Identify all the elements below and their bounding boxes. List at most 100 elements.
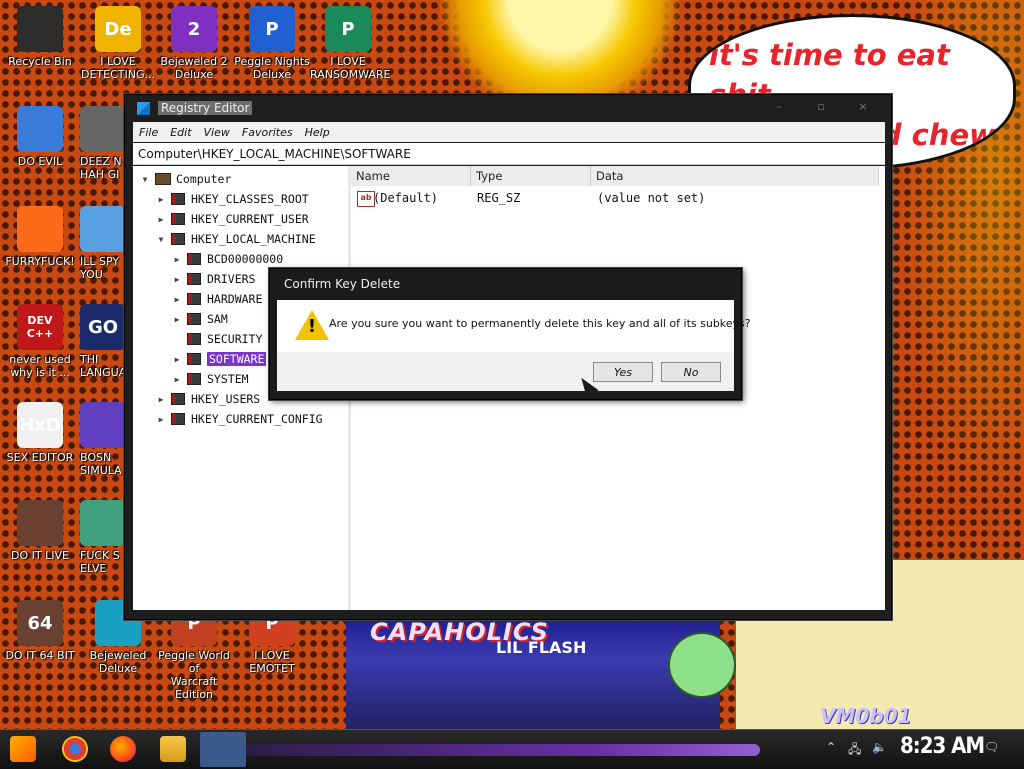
tree-node[interactable]: ▶ DRIVERS	[171, 270, 256, 288]
menu-help[interactable]: Help	[299, 126, 336, 139]
confirm-key-delete-dialog[interactable]: Confirm Key Delete ! Are you sure you wa…	[269, 268, 751, 400]
tree-node[interactable]: ▶ HKEY_CLASSES_ROOT	[155, 190, 309, 208]
desktop-icon[interactable]: HxD SEX EDITOR	[2, 402, 78, 464]
desktop-icon[interactable]: De I LOVE DETECTING...	[80, 6, 156, 81]
go-language-icon: GO	[80, 304, 124, 350]
tree-node[interactable]: SECURITY	[171, 330, 262, 348]
column-header-type[interactable]: Type	[471, 166, 591, 186]
publisher-icon: P	[325, 6, 371, 52]
desktop-icon[interactable]: 64 DO IT 64 BIT	[2, 600, 78, 662]
chevron-up-icon[interactable]: ⌃	[826, 740, 836, 754]
desktop-icon-label: FURRYFUCK!	[5, 255, 75, 268]
desktop-icon[interactable]: ILL SPY YOU	[80, 206, 124, 281]
peggle-nights-icon: P	[249, 6, 295, 52]
chevron-down-icon[interactable]: ▼	[155, 235, 167, 244]
chevron-right-icon[interactable]: ▶	[155, 195, 167, 204]
folder-icon	[171, 413, 185, 425]
no-button[interactable]: No	[661, 362, 721, 382]
taskbar-decoration	[220, 744, 760, 756]
desktop-icon-label: DO EVIL	[17, 155, 63, 168]
folder-icon	[171, 193, 185, 205]
file-icon	[80, 106, 124, 152]
tree-node[interactable]: ▼ Computer	[139, 170, 232, 188]
registry-editor-taskbar-button[interactable]	[200, 732, 246, 767]
firefox-icon[interactable]	[110, 736, 136, 762]
maximize-button[interactable]: ▫	[803, 99, 839, 115]
desktop-icon-label: BOSN SIMULA	[80, 451, 122, 477]
desktop-icon-label: Peggle Nights Deluxe	[234, 55, 310, 81]
firefox-icon	[17, 206, 63, 252]
tree-node[interactable]: ▶ SAM	[171, 310, 228, 328]
chevron-right-icon[interactable]: ▶	[171, 255, 183, 264]
desktop-icon-label: FUCK S ELVE	[80, 549, 120, 575]
tree-node[interactable]: ▶ SYSTEM	[171, 370, 249, 388]
notification-icon[interactable]: 🗨	[984, 740, 999, 754]
yes-button[interactable]: Yes	[593, 362, 653, 382]
desktop-icon[interactable]: DEEZ N HAH GI	[80, 106, 124, 181]
menu-edit[interactable]: Edit	[164, 126, 197, 139]
game-icon	[80, 500, 124, 546]
desktop-icon[interactable]: 2 Bejeweled 2 Deluxe	[156, 6, 232, 81]
start-icon[interactable]	[10, 736, 36, 762]
tree-node[interactable]: ▶ HARDWARE	[171, 290, 263, 308]
chevron-right-icon[interactable]: ▶	[171, 375, 183, 384]
tree-node[interactable]: ▼ HKEY_LOCAL_MACHINE	[155, 230, 316, 248]
desktop-icon[interactable]: FUCK S ELVE	[80, 500, 124, 575]
desktop-icon[interactable]: P Peggle Nights Deluxe	[234, 6, 310, 81]
close-button[interactable]: ×	[845, 99, 881, 115]
desktop-icon[interactable]: FURRYFUCK!	[2, 206, 78, 268]
menu-file[interactable]: File	[133, 126, 164, 139]
desktop-icon-label: THI LANGUA	[80, 353, 124, 379]
menu-favorites[interactable]: Favorites	[236, 126, 299, 139]
desktop-icon-label: never used why is it ...	[9, 353, 71, 379]
column-header-name[interactable]: Name	[351, 166, 471, 186]
bejeweled-2-icon: 2	[171, 6, 217, 52]
chevron-right-icon[interactable]: ▶	[155, 215, 167, 224]
tree-node[interactable]: ▶ SOFTWARE	[171, 350, 267, 368]
desktop-icon[interactable]: P I LOVE RANSOMWARE	[310, 6, 390, 81]
desktop-icon-label: ILL SPY YOU	[80, 255, 120, 281]
chrome-icon	[17, 106, 63, 152]
value-data: (value not set)	[597, 191, 706, 205]
desktop-icon[interactable]: GO THI LANGUA	[80, 304, 124, 379]
taskbar: ⌃ 🖧 🔈 8:23 AM 🗨	[0, 729, 1024, 769]
column-header-data[interactable]: Data	[591, 166, 879, 186]
desktop-icon[interactable]: Recycle Bin	[2, 6, 78, 68]
folder-icon	[187, 313, 201, 325]
purple-sphere-icon	[80, 402, 124, 448]
tree-node[interactable]: ▶ HKEY_CURRENT_CONFIG	[155, 410, 323, 428]
desktop-icon[interactable]: DEV C++ never used why is it ...	[2, 304, 78, 379]
minimize-button[interactable]: –	[761, 99, 797, 115]
desktop-icon-label: DO IT LIVE	[11, 549, 69, 562]
chevron-down-icon[interactable]: ▼	[139, 175, 151, 184]
tree-node[interactable]: ▶ HKEY_CURRENT_USER	[155, 210, 309, 228]
chevron-right-icon[interactable]: ▶	[155, 395, 167, 404]
address-bar[interactable]: Computer\HKEY_LOCAL_MACHINE\SOFTWARE	[133, 143, 885, 165]
file-explorer-icon[interactable]	[160, 736, 186, 762]
chevron-right-icon[interactable]: ▶	[171, 355, 183, 364]
tree-node[interactable]: ▶ HKEY_USERS	[155, 390, 261, 408]
dialog-message: Are you sure you want to permanently del…	[329, 317, 751, 330]
value-type: REG_SZ	[477, 191, 521, 205]
character-artwork	[668, 632, 736, 698]
chevron-right-icon[interactable]: ▶	[171, 295, 183, 304]
clock[interactable]: 8:23 AM	[900, 734, 985, 759]
chevron-right-icon[interactable]: ▶	[155, 415, 167, 424]
chevron-right-icon[interactable]: ▶	[171, 315, 183, 324]
chevron-right-icon[interactable]: ▶	[171, 275, 183, 284]
desktop-icon[interactable]: BOSN SIMULA	[80, 402, 124, 477]
dialog-footer: Yes No	[277, 352, 734, 391]
desktop-icon-label: Bejeweled 2 Deluxe	[160, 55, 228, 81]
window-title: Registry Editor	[158, 101, 253, 115]
desktop-icon-label: DO IT 64 BIT	[5, 649, 75, 662]
tree-node-label: SOFTWARE	[207, 352, 267, 366]
poster-artwork: CAPAHOLICS LIL FLASH	[346, 612, 720, 730]
value-name: (Default)	[373, 191, 439, 205]
desktop-icon[interactable]: DO IT LIVE	[2, 500, 78, 562]
tree-node[interactable]: ▶ BCD00000000	[171, 250, 284, 268]
desktop-icon[interactable]: DO EVIL	[2, 106, 78, 168]
chrome-icon[interactable]	[62, 736, 88, 762]
network-icon[interactable]: 🖧	[848, 740, 861, 761]
menu-view[interactable]: View	[198, 126, 236, 139]
volume-icon[interactable]: 🔈	[872, 740, 887, 754]
